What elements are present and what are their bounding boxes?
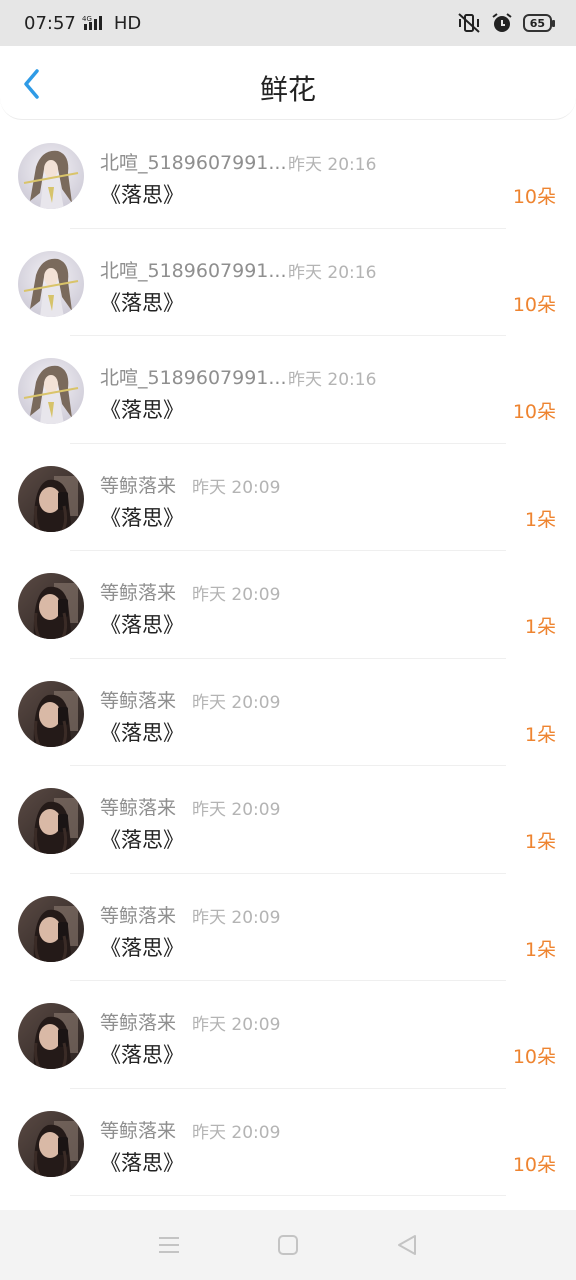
flower-count: 10朵 — [512, 1153, 556, 1176]
avatar[interactable] — [18, 788, 84, 854]
system-back-button[interactable] — [387, 1225, 427, 1265]
page-title: 鲜花 — [259, 73, 316, 106]
flower-count: 1朵 — [524, 938, 556, 961]
anime-avatar-icon — [18, 358, 84, 424]
photo-avatar-icon — [18, 573, 84, 639]
home-icon — [277, 1235, 298, 1255]
vibrate-off-icon — [458, 13, 480, 33]
sent-time: 昨天 20:09 — [192, 907, 281, 928]
photo-avatar-icon — [18, 680, 84, 747]
signal-icon: 4G — [82, 15, 102, 30]
flower-count: 10朵 — [512, 186, 556, 208]
sender-name[interactable]: 等鲸落来 — [100, 1116, 176, 1143]
avatar[interactable] — [18, 465, 84, 532]
flower-count: 1朵 — [524, 831, 556, 853]
work-title: 《落思》 — [100, 505, 184, 530]
sender-name[interactable]: 北喧_5189607991... — [100, 148, 287, 175]
flower-count: 1朵 — [524, 723, 556, 746]
avatar[interactable] — [18, 250, 84, 317]
work-title: 《落思》 — [100, 828, 184, 852]
divider — [70, 1195, 506, 1196]
work-title: 《落思》 — [100, 935, 184, 960]
sender-name[interactable]: 等鲸落来 — [100, 901, 176, 928]
work-title: 《落思》 — [100, 290, 184, 315]
sender-name[interactable]: 等鲸落来 — [100, 1008, 176, 1035]
avatar[interactable] — [18, 143, 84, 209]
sender-name[interactable]: 等鲸落来 — [100, 686, 176, 713]
photo-avatar-icon — [18, 788, 84, 854]
svg-text:4G: 4G — [82, 15, 92, 23]
sent-time: 昨天 20:16 — [288, 155, 377, 175]
status-bar: 07:57 4G HD 65 — [0, 0, 576, 46]
list-item[interactable]: 北喧_5189607991... 昨天 20:16 《落思》 10朵 — [0, 121, 576, 229]
sender-name[interactable]: 等鲸落来 — [100, 578, 176, 605]
sent-time: 昨天 20:09 — [192, 477, 281, 498]
flower-list: 北喧_5189607991... 昨天 20:16 《落思》 10朵 北喧_518960… — [0, 121, 576, 1196]
avatar[interactable] — [18, 1110, 84, 1177]
sender-name[interactable]: 等鲸落来 — [100, 471, 176, 498]
menu-button[interactable] — [149, 1225, 189, 1265]
list-item[interactable]: 等鲸落来 昨天 20:09 《落思》 1朵 — [0, 874, 576, 981]
list-item[interactable]: 等鲸落来 昨天 20:09 《落思》 1朵 — [0, 551, 576, 659]
photo-avatar-icon — [18, 465, 84, 532]
sender-name[interactable]: 等鲸落来 — [100, 793, 176, 820]
avatar[interactable] — [18, 573, 84, 639]
anime-avatar-icon — [18, 143, 84, 209]
photo-avatar-icon — [18, 895, 84, 962]
sent-time: 昨天 20:09 — [192, 585, 281, 605]
work-title: 《落思》 — [100, 720, 184, 745]
avatar[interactable] — [18, 895, 84, 962]
work-title: 《落思》 — [100, 398, 184, 422]
list-item[interactable]: 等鲸落来 昨天 20:09 《落思》 1朵 — [0, 659, 576, 766]
battery-level: 65 — [529, 16, 545, 30]
sent-time: 昨天 20:09 — [192, 1122, 281, 1143]
flower-count: 10朵 — [512, 401, 556, 423]
flower-count: 1朵 — [524, 508, 556, 531]
network-label: HD — [113, 12, 142, 34]
sender-name[interactable]: 北喧_5189607991... — [100, 363, 287, 390]
sender-name[interactable]: 北喧_5189607991... — [100, 256, 287, 283]
work-title: 《落思》 — [100, 183, 184, 207]
list-item[interactable]: 等鲸落来 昨天 20:09 《落思》 10朵 — [0, 981, 576, 1089]
triangle-back-icon — [397, 1235, 416, 1255]
flower-count: 10朵 — [512, 293, 556, 316]
list-item[interactable]: 等鲸落来 昨天 20:09 《落思》 1朵 — [0, 444, 576, 551]
anime-avatar-icon — [18, 250, 84, 317]
list-item[interactable]: 北喧_5189607991... 昨天 20:16 《落思》 10朵 — [0, 336, 576, 444]
list-item[interactable]: 北喧_5189607991... 昨天 20:16 《落思》 10朵 — [0, 229, 576, 336]
nav-bar: 鲜花 — [0, 46, 576, 120]
avatar[interactable] — [18, 1003, 84, 1069]
system-nav-bar — [0, 1210, 576, 1280]
avatar[interactable] — [18, 358, 84, 424]
sent-time: 昨天 20:16 — [288, 262, 377, 283]
sent-time: 昨天 20:09 — [192, 1015, 281, 1035]
flower-count: 1朵 — [524, 616, 556, 638]
work-title: 《落思》 — [100, 613, 184, 637]
list-item[interactable]: 等鲸落来 昨天 20:09 《落思》 1朵 — [0, 766, 576, 874]
status-time: 07:57 — [24, 12, 76, 34]
battery-icon: 65 — [522, 14, 556, 32]
sent-time: 昨天 20:09 — [192, 692, 281, 713]
menu-icon — [159, 1237, 180, 1253]
alarm-icon — [492, 13, 512, 32]
sent-time: 昨天 20:09 — [192, 800, 281, 820]
avatar[interactable] — [18, 680, 84, 747]
sent-time: 昨天 20:16 — [288, 370, 377, 390]
photo-avatar-icon — [18, 1110, 84, 1177]
flower-count: 10朵 — [512, 1046, 556, 1068]
work-title: 《落思》 — [100, 1150, 184, 1175]
home-button[interactable] — [268, 1225, 308, 1265]
work-title: 《落思》 — [100, 1043, 184, 1067]
photo-avatar-icon — [18, 1003, 84, 1069]
list-item[interactable]: 等鲸落来 昨天 20:09 《落思》 10朵 — [0, 1089, 576, 1196]
